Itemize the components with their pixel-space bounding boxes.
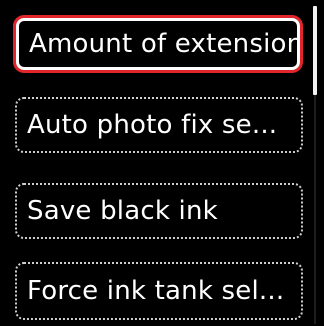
menu-item-amount-of-extension[interactable]: Amount of extension — [16, 18, 300, 70]
menu-item-save-black-ink[interactable]: Save black ink — [15, 183, 303, 239]
menu-item-auto-photo-fix[interactable]: Auto photo fix se... — [15, 97, 303, 153]
menu-item-label: Force ink tank sel... — [27, 276, 285, 306]
scrollbar[interactable] — [310, 0, 324, 326]
scrollbar-thumb[interactable] — [313, 6, 317, 95]
menu-item-force-ink-tank-selection[interactable]: Force ink tank sel... — [15, 262, 303, 320]
menu-item-label: Amount of extension — [29, 29, 300, 59]
menu-item-label: Save black ink — [27, 196, 218, 226]
printer-settings-screen: Amount of extension Auto photo fix se...… — [0, 0, 324, 326]
menu-item-label: Auto photo fix se... — [27, 110, 278, 140]
